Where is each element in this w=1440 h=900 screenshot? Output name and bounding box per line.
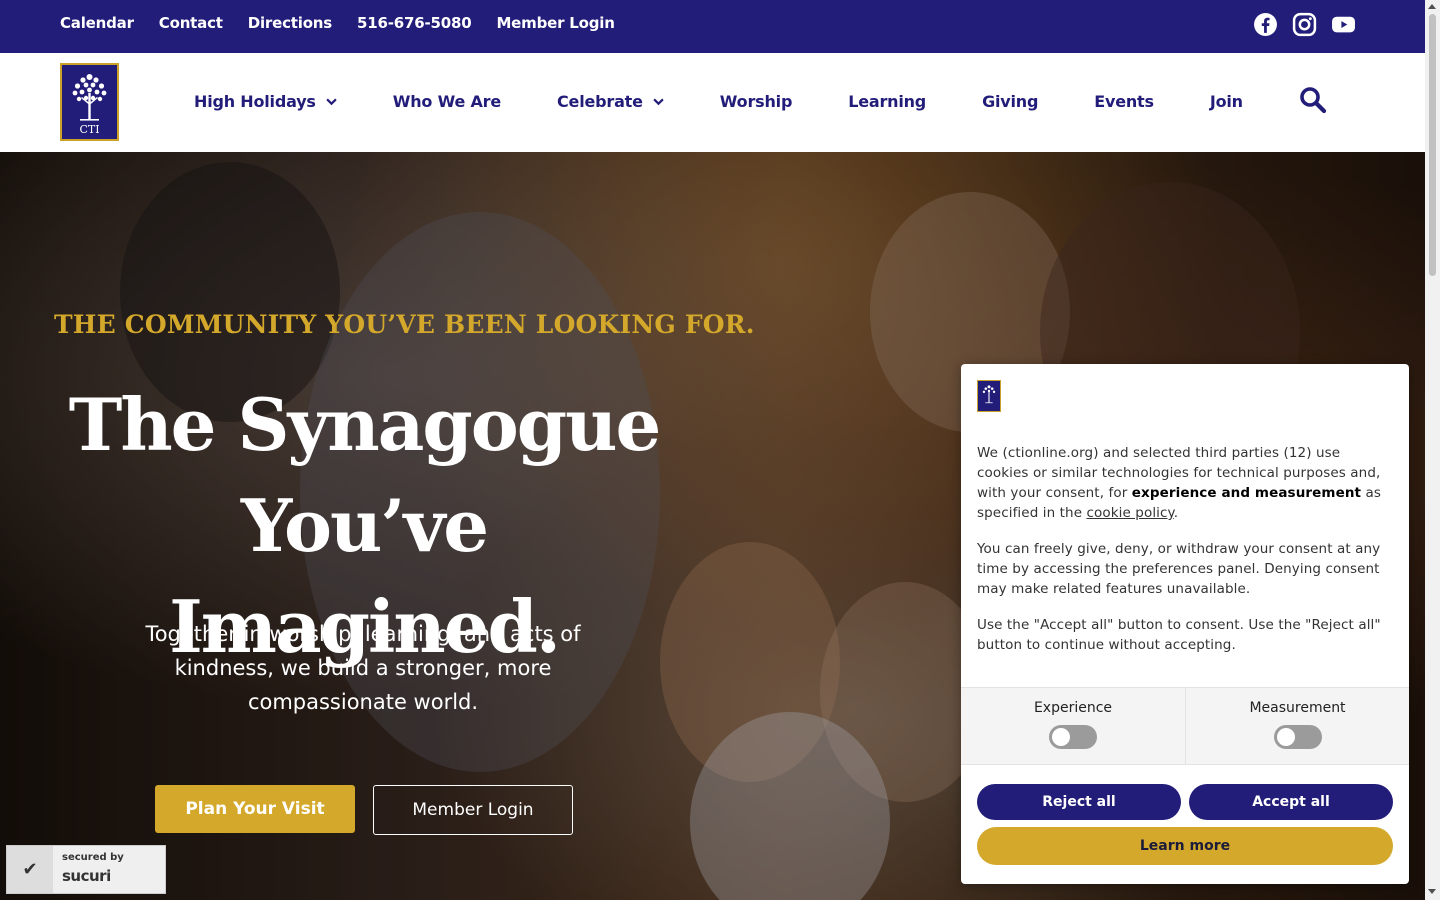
cookie-paragraph: Use the "Accept all" button to consent. … [977, 617, 1381, 653]
member-login-button[interactable]: Member Login [373, 785, 573, 835]
measurement-label: Measurement [1249, 700, 1346, 716]
reject-all-button[interactable]: Reject all [977, 784, 1181, 820]
scroll-up-icon[interactable] [1428, 4, 1436, 9]
contact-link[interactable]: Contact [159, 14, 223, 32]
directions-link[interactable]: Directions [248, 14, 332, 32]
top-utility-bar: Calendar Contact Directions 516-676-5080… [0, 0, 1425, 53]
nav-label: High Holidays [194, 92, 316, 111]
social-links [1253, 12, 1356, 37]
accept-all-button[interactable]: Accept all [1189, 784, 1393, 820]
nav-who-we-are[interactable]: Who We Are [393, 92, 501, 111]
phone-link[interactable]: 516-676-5080 [357, 14, 472, 32]
nav-label: Celebrate [557, 92, 643, 111]
learn-more-button[interactable]: Learn more [977, 827, 1393, 865]
measurement-toggle[interactable] [1273, 725, 1322, 749]
nav-label: Learning [848, 92, 927, 111]
nav-label: Worship [719, 92, 793, 111]
chevron-down-icon [653, 98, 664, 106]
measurement-consent: Measurement [1185, 688, 1409, 764]
plan-visit-button[interactable]: Plan Your Visit [155, 785, 355, 833]
cookie-paragraph: We (ctionline.org) and selected third pa… [977, 443, 1395, 523]
cookie-logo [977, 380, 1001, 412]
cookie-purposes: experience and measurement [1131, 485, 1362, 501]
page-scrollbar[interactable] [1425, 0, 1440, 900]
sucuri-caption: secured by [62, 852, 124, 863]
experience-toggle[interactable] [1049, 725, 1097, 749]
cookie-text-segment: . [1173, 505, 1179, 521]
sucuri-logo: sucuri [62, 867, 111, 885]
cookie-consent-dialog: We (ctionline.org) and selected third pa… [961, 364, 1409, 884]
experience-label: Experience [1033, 700, 1113, 716]
scroll-thumb[interactable] [1429, 14, 1436, 276]
nav-label: Join [1209, 92, 1243, 111]
site-logo[interactable]: CTI [60, 63, 119, 141]
hero-subtitle: Together in worship, learning, and acts … [145, 622, 581, 714]
nav-label: Events [1094, 92, 1154, 111]
nav-label: Who We Are [392, 92, 501, 111]
checkmark-icon: ✔ [7, 846, 53, 893]
nav-label: Giving [982, 92, 1039, 111]
youtube-icon[interactable] [1331, 12, 1356, 37]
nav-celebrate[interactable]: Celebrate [557, 92, 664, 111]
nav-learning[interactable]: Learning [848, 92, 926, 111]
nav-join[interactable]: Join [1210, 92, 1243, 111]
top-links: Calendar Contact Directions 516-676-5080… [60, 14, 615, 32]
nav-giving[interactable]: Giving [982, 92, 1038, 111]
hero-tagline: THE COMMUNITY YOU’VE BEEN LOOKING FOR. [54, 310, 755, 339]
tree-logo-icon [982, 385, 996, 404]
scroll-down-icon[interactable] [1428, 889, 1436, 894]
nav-high-holidays[interactable]: High Holidays [194, 92, 337, 111]
sucuri-badge[interactable]: ✔ secured by sucuri [6, 845, 166, 894]
main-navbar: CTI High Holidays Who We Are Celebrate W… [0, 53, 1425, 152]
search-icon[interactable] [1299, 86, 1327, 114]
calendar-link[interactable]: Calendar [60, 14, 134, 32]
svg-text:CTI: CTI [79, 123, 99, 136]
nav-events[interactable]: Events [1094, 92, 1154, 111]
primary-nav: High Holidays Who We Are Celebrate Worsh… [194, 92, 1243, 111]
instagram-icon[interactable] [1292, 12, 1317, 37]
tree-logo-icon: CTI [72, 74, 107, 136]
nav-worship[interactable]: Worship [719, 92, 793, 111]
facebook-icon[interactable] [1253, 12, 1278, 37]
member-login-link[interactable]: Member Login [496, 14, 614, 32]
hero-title-line: The Synagogue [68, 382, 662, 467]
consent-toggles: Experience Measurement [961, 687, 1409, 765]
cookie-policy-link[interactable]: cookie policy [1087, 505, 1174, 521]
cookie-text: We (ctionline.org) and selected third pa… [977, 443, 1395, 671]
experience-consent: Experience [961, 688, 1185, 764]
cookie-paragraph: You can freely give, deny, or withdraw y… [977, 541, 1381, 597]
chevron-down-icon [326, 98, 337, 106]
